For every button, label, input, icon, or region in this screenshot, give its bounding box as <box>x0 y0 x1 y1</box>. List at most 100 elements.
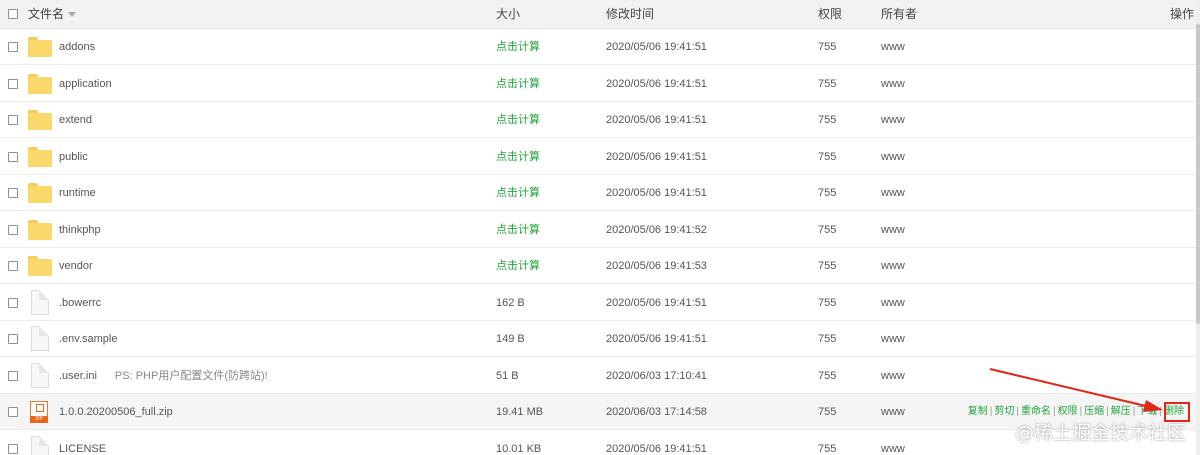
compress-action-link[interactable]: 压缩 <box>1084 406 1104 417</box>
file-icon[interactable] <box>31 362 49 388</box>
owner-value[interactable]: www <box>881 321 905 357</box>
file-name-cell[interactable]: application <box>59 66 112 102</box>
file-name-cell[interactable]: LICENSE <box>59 431 106 455</box>
cut-action-link[interactable]: 剪切 <box>994 406 1014 417</box>
file-name[interactable]: extend <box>59 114 92 126</box>
file-name-cell[interactable]: extend <box>59 102 92 138</box>
file-name[interactable]: thinkphp <box>59 224 101 236</box>
table-row[interactable]: public 点击计算 2020/05/06 19:41:51 755 www <box>0 139 1196 175</box>
file-icon[interactable] <box>31 435 49 455</box>
sort-down-icon[interactable] <box>68 12 77 18</box>
owner-column-header[interactable]: 所有者 <box>881 0 917 28</box>
owner-value[interactable]: www <box>881 285 905 321</box>
scrollbar-thumb[interactable] <box>1196 24 1200 324</box>
table-row[interactable]: extend 点击计算 2020/05/06 19:41:51 755 www <box>0 102 1196 138</box>
file-name[interactable]: vendor <box>59 260 93 272</box>
folder-icon[interactable] <box>28 73 52 94</box>
file-name[interactable]: runtime <box>59 187 96 199</box>
folder-icon[interactable] <box>28 256 52 276</box>
row-checkbox[interactable] <box>8 407 18 417</box>
calculate-size-link[interactable]: 点击计算 <box>496 102 540 138</box>
owner-value[interactable]: www <box>881 66 905 102</box>
extract-action-link[interactable]: 解压 <box>1111 406 1131 417</box>
row-checkbox[interactable] <box>8 261 18 271</box>
file-icon[interactable] <box>31 326 49 351</box>
permission-value[interactable]: 755 <box>818 29 836 65</box>
file-name[interactable]: LICENSE <box>59 443 106 455</box>
file-name-cell[interactable]: runtime <box>59 175 96 211</box>
owner-value[interactable]: www <box>881 431 905 455</box>
file-name-cell[interactable]: addons <box>59 29 95 65</box>
calculate-size-link[interactable]: 点击计算 <box>496 139 540 175</box>
file-name-cell[interactable]: thinkphp <box>59 212 101 248</box>
file-name[interactable]: 1.0.0.20200506_full.zip <box>59 406 173 418</box>
modified-column-header[interactable]: 修改时间 <box>606 0 654 28</box>
permission-value[interactable]: 755 <box>818 431 836 455</box>
file-name[interactable]: .user.ini <box>59 370 97 382</box>
owner-value[interactable]: www <box>881 358 905 394</box>
permission-value[interactable]: 755 <box>818 175 836 211</box>
file-name[interactable]: .env.sample <box>59 333 118 345</box>
name-column-header[interactable]: 文件名 <box>28 0 77 28</box>
row-checkbox[interactable] <box>8 115 18 125</box>
permission-value[interactable]: 755 <box>818 102 836 138</box>
row-checkbox[interactable] <box>8 151 18 162</box>
folder-icon[interactable] <box>28 219 52 240</box>
permission-value[interactable]: 755 <box>818 248 836 284</box>
file-name[interactable]: .bowerrc <box>59 297 101 309</box>
row-checkbox[interactable] <box>8 297 18 308</box>
table-row[interactable]: addons 点击计算 2020/05/06 19:41:51 755 www <box>0 29 1196 65</box>
select-all-checkbox[interactable] <box>8 9 18 19</box>
row-checkbox[interactable] <box>8 78 18 89</box>
file-name[interactable]: addons <box>59 41 95 53</box>
file-name[interactable]: public <box>59 151 88 163</box>
calculate-size-link[interactable]: 点击计算 <box>496 29 540 65</box>
row-checkbox[interactable] <box>8 334 18 344</box>
permission-value[interactable]: 755 <box>818 139 836 175</box>
vertical-scrollbar[interactable] <box>1196 0 1200 455</box>
file-name[interactable]: application <box>59 78 112 90</box>
folder-icon[interactable] <box>28 110 52 130</box>
table-row[interactable]: thinkphp 点击计算 2020/05/06 19:41:52 755 www <box>0 212 1196 248</box>
folder-icon[interactable] <box>28 183 52 203</box>
folder-icon[interactable] <box>28 146 52 167</box>
owner-value[interactable]: www <box>881 248 905 284</box>
table-row[interactable]: application 点击计算 2020/05/06 19:41:51 755 www <box>0 66 1196 102</box>
calculate-size-link[interactable]: 点击计算 <box>496 212 540 248</box>
calculate-size-link[interactable]: 点击计算 <box>496 175 540 211</box>
download-action-link[interactable]: 下载 <box>1137 406 1157 417</box>
row-checkbox[interactable] <box>8 370 18 381</box>
row-checkbox[interactable] <box>8 42 18 52</box>
row-checkbox[interactable] <box>8 443 18 454</box>
table-row[interactable]: .user.ini PS: PHP用户配置文件(防跨站)! 51 B 2020/06/… <box>0 358 1196 394</box>
file-name-cell[interactable]: 1.0.0.20200506_full.zip <box>59 394 173 430</box>
file-name-cell[interactable]: vendor <box>59 248 93 284</box>
calculate-size-link[interactable]: 点击计算 <box>496 66 540 102</box>
rename-action-link[interactable]: 重命名 <box>1021 406 1051 417</box>
permission-value[interactable]: 755 <box>818 212 836 248</box>
file-name-cell[interactable]: .env.sample <box>59 321 118 357</box>
permission-value[interactable]: 755 <box>818 394 836 430</box>
table-row[interactable]: vendor 点击计算 2020/05/06 19:41:53 755 www <box>0 248 1196 284</box>
row-checkbox[interactable] <box>8 188 18 198</box>
file-name-cell[interactable]: public <box>59 139 88 175</box>
copy-action-link[interactable]: 复制 <box>968 406 988 417</box>
owner-value[interactable]: www <box>881 139 905 175</box>
table-row[interactable]: runtime 点击计算 2020/05/06 19:41:51 755 www <box>0 175 1196 211</box>
permission-value[interactable]: 755 <box>818 321 836 357</box>
permission-column-header[interactable]: 权限 <box>818 0 842 28</box>
permission-value[interactable]: 755 <box>818 66 836 102</box>
file-name-cell[interactable]: .bowerrc <box>59 285 101 321</box>
row-checkbox[interactable] <box>8 224 18 235</box>
permission-action-link[interactable]: 权限 <box>1058 406 1078 417</box>
zip-file-icon[interactable]: ZIP <box>30 401 48 423</box>
calculate-size-link[interactable]: 点击计算 <box>496 248 540 284</box>
file-icon[interactable] <box>31 289 49 315</box>
permission-value[interactable]: 755 <box>818 358 836 394</box>
size-column-header[interactable]: 大小 <box>496 0 520 28</box>
owner-value[interactable]: www <box>881 102 905 138</box>
owner-value[interactable]: www <box>881 29 905 65</box>
table-row[interactable]: .env.sample 149 B 2020/05/06 19:41:51 755 ww… <box>0 321 1196 357</box>
owner-value[interactable]: www <box>881 175 905 211</box>
owner-value[interactable]: www <box>881 212 905 248</box>
